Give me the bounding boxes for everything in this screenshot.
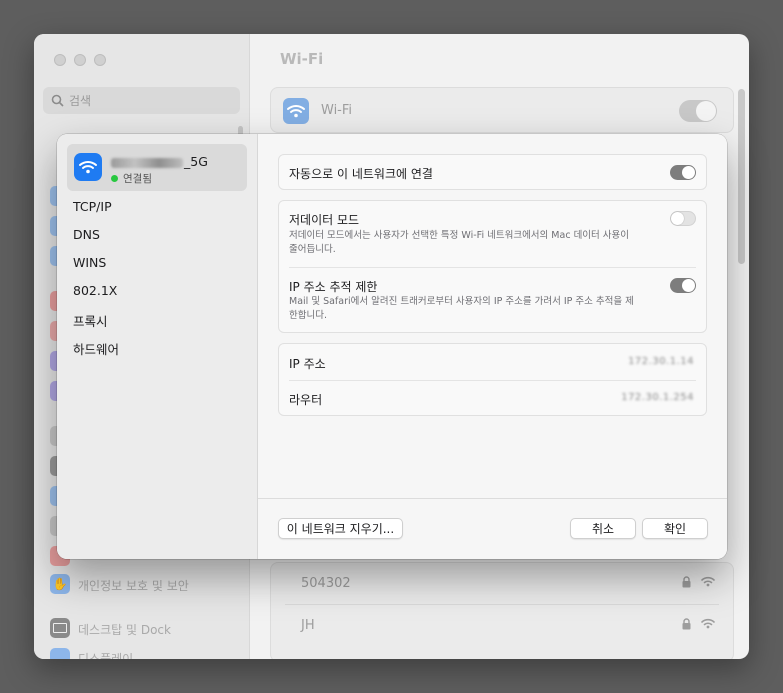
wifi-label: Wi-Fi	[321, 103, 353, 118]
auto-join-label: 자동으로 이 네트워크에 연결	[289, 167, 433, 181]
details-main: 자동으로 이 네트워크에 연결 저데이터 모드 저데이터 모드에서는 사용자가 …	[258, 134, 727, 559]
router-value: 172.30.1.254	[621, 392, 694, 403]
network-name: 504302	[301, 576, 351, 591]
wifi-card: Wi-Fi	[270, 87, 734, 133]
ok-button[interactable]: 확인	[642, 518, 708, 539]
lock-icon	[682, 576, 691, 592]
network-name: JH	[301, 618, 315, 633]
low-data-mode-description: 저데이터 모드에서는 사용자가 선택한 특정 Wi-Fi 네트워크에서의 Mac…	[289, 230, 630, 255]
desktop-icon	[50, 618, 70, 638]
divider	[289, 267, 696, 268]
ip-address-value: 172.30.1.14	[628, 356, 694, 367]
search-placeholder: 검색	[69, 94, 92, 108]
sidebar-item-dns[interactable]: DNS	[73, 227, 100, 242]
divider	[289, 380, 696, 381]
limit-ip-tracking-description: Mail 및 Safari에서 알려진 트래커로부터 사용자의 IP 주소를 가…	[289, 296, 634, 321]
low-data-mode-toggle[interactable]	[670, 211, 696, 226]
minimize-window-button[interactable]	[74, 54, 86, 66]
hand-icon: ✋	[50, 574, 70, 594]
network-row[interactable]: 504302	[271, 563, 733, 605]
limit-ip-tracking-label: IP 주소 추적 제한	[289, 280, 378, 294]
wifi-signal-icon	[701, 618, 715, 633]
network-header[interactable]: _5G 연결됨	[67, 144, 247, 191]
display-icon	[50, 648, 70, 659]
sidebar-item-8021x[interactable]: 802.1X	[73, 283, 117, 298]
lock-icon	[682, 618, 691, 634]
auto-join-toggle[interactable]	[670, 165, 696, 180]
wifi-icon	[283, 98, 309, 124]
sidebar-item-displays[interactable]: 디스플레이	[78, 650, 133, 659]
search-icon	[51, 94, 64, 107]
forget-network-button[interactable]: 이 네트워크 지우기...	[278, 518, 403, 539]
search-field[interactable]: 검색	[43, 87, 240, 114]
limit-ip-tracking-toggle[interactable]	[670, 278, 696, 293]
network-list: 504302 JH	[270, 562, 734, 659]
ip-address-label: IP 주소	[289, 357, 326, 371]
auto-join-card: 자동으로 이 네트워크에 연결	[278, 154, 707, 190]
sidebar-item-desktop-dock[interactable]: 데스크탑 및 Dock	[78, 621, 171, 638]
router-label: 라우터	[289, 393, 323, 407]
sidebar-item-wins[interactable]: WINS	[73, 255, 106, 270]
network-row[interactable]: JH	[271, 605, 733, 646]
details-sidebar: _5G 연결됨 TCP/IP DNS WINS 802.1X 프록시 하드웨어	[57, 134, 258, 559]
main-scrollbar[interactable]	[738, 89, 745, 264]
redacted-text	[111, 157, 183, 168]
network-details-sheet: _5G 연결됨 TCP/IP DNS WINS 802.1X 프록시 하드웨어 …	[57, 134, 727, 559]
privacy-options-card: 저데이터 모드 저데이터 모드에서는 사용자가 선택한 특정 Wi-Fi 네트워…	[278, 200, 707, 333]
connection-status: 연결됨	[111, 171, 152, 186]
cancel-button[interactable]: 취소	[570, 518, 636, 539]
sidebar-item-proxy[interactable]: 프록시	[73, 311, 108, 330]
sidebar-item-privacy[interactable]: 개인정보 보호 및 보안	[78, 577, 189, 594]
low-data-mode-label: 저데이터 모드	[289, 213, 360, 227]
wifi-icon	[74, 153, 102, 181]
status-dot	[111, 175, 118, 182]
footer-divider	[258, 498, 727, 499]
wifi-toggle[interactable]	[679, 100, 717, 122]
address-info-card: IP 주소 172.30.1.14 라우터 172.30.1.254	[278, 343, 707, 416]
network-name: _5G	[111, 154, 208, 169]
page-title: Wi-Fi	[280, 50, 324, 68]
wifi-signal-icon	[701, 576, 715, 591]
sidebar-item-hardware[interactable]: 하드웨어	[73, 339, 119, 358]
zoom-window-button[interactable]	[94, 54, 106, 66]
status-text: 연결됨	[123, 173, 152, 185]
close-window-button[interactable]	[54, 54, 66, 66]
sidebar-item-tcpip[interactable]: TCP/IP	[73, 199, 112, 214]
